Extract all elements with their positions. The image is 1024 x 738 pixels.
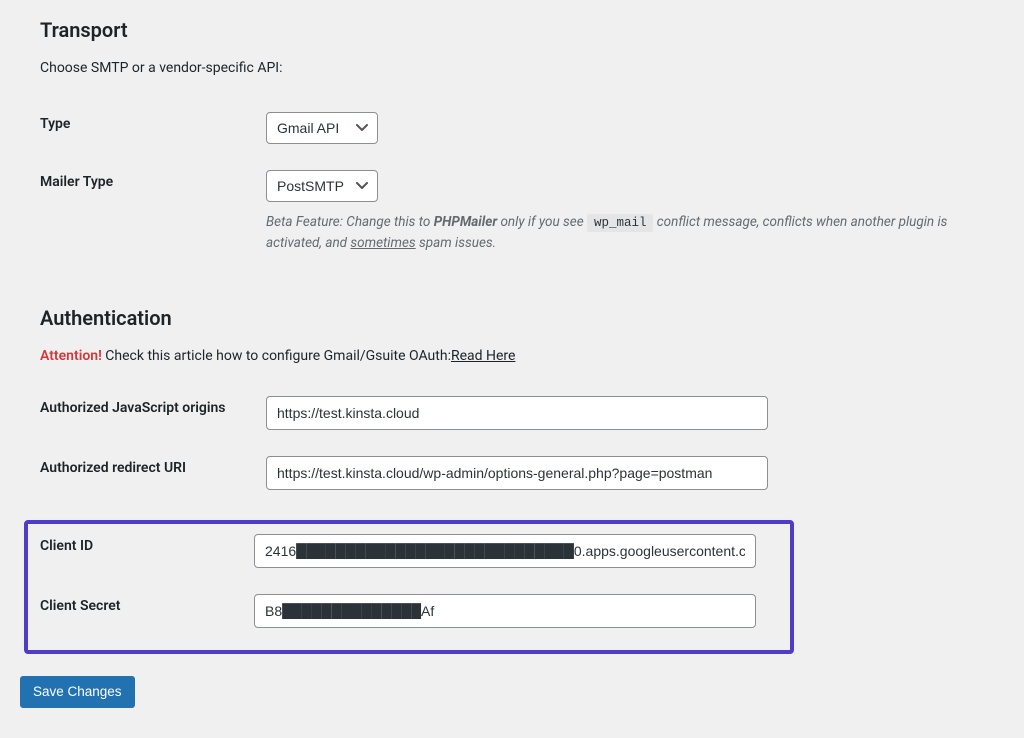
js-origins-input[interactable] [266,396,768,430]
type-select[interactable]: Gmail API [266,112,378,144]
mailer-type-select[interactable]: PostSMTP [266,170,378,202]
type-label: Type [40,102,266,160]
save-changes-button[interactable]: Save Changes [20,676,135,708]
client-id-input[interactable] [254,534,756,568]
client-id-label: Client ID [40,524,254,584]
js-origins-label: Authorized JavaScript origins [40,386,266,446]
client-secret-label: Client Secret [40,584,254,644]
authentication-heading: Authentication [40,306,1004,330]
mailer-description: Beta Feature: Change this to PHPMailer o… [266,212,1004,254]
credentials-table: Client ID Client Secret [40,524,778,644]
phpmailer-bold: PHPMailer [434,214,497,230]
mailer-type-label: Mailer Type [40,160,266,270]
attention-line: Attention! Check this article how to con… [40,348,1004,364]
redirect-uri-label: Authorized redirect URI [40,446,266,506]
transport-table: Type Gmail API Mailer Type PostSMTP Beta… [40,102,1004,270]
client-secret-input[interactable] [254,594,756,628]
wp-mail-code: wp_mail [587,214,654,232]
transport-heading: Transport [40,18,1004,42]
transport-intro: Choose SMTP or a vendor-specific API: [40,60,1004,76]
sometimes-underline: sometimes [350,235,415,251]
credentials-highlight-box: Client ID Client Secret [24,520,794,654]
read-here-link[interactable]: Read Here [451,348,515,364]
attention-label: Attention! [40,348,102,364]
redirect-uri-input[interactable] [266,456,768,490]
auth-table: Authorized JavaScript origins Authorized… [40,386,1004,506]
